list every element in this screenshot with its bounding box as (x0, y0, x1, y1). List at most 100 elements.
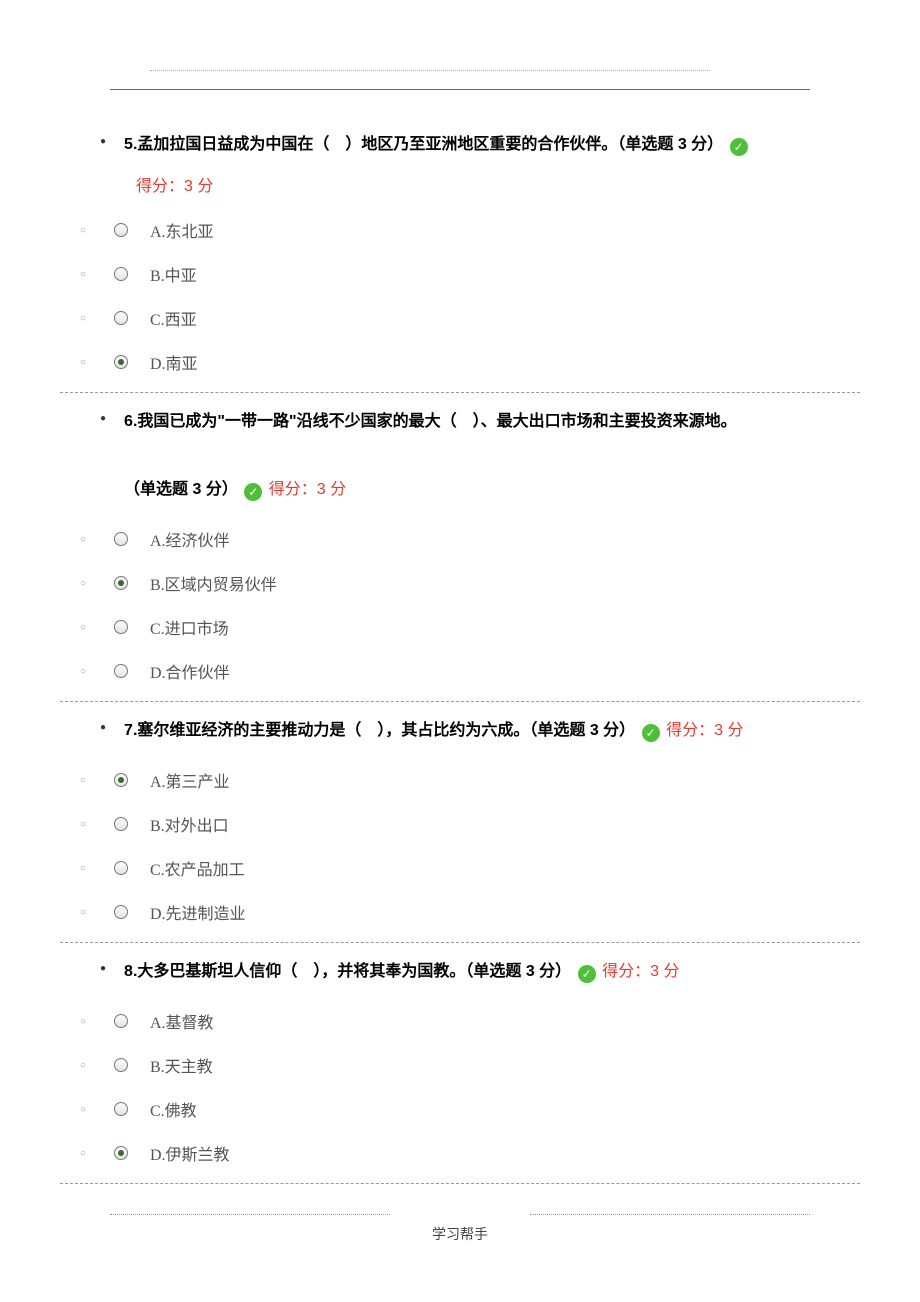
question-5-stem: 5.孟加拉国日益成为中国在（ ）地区乃至亚洲地区重要的合作伙伴。（单选题 3 分… (124, 136, 723, 153)
radio-button[interactable] (114, 1014, 128, 1028)
radio-wrap[interactable] (114, 620, 150, 634)
question-5-score-line: 得分：3 分 (60, 172, 860, 196)
option-label: D.先进制造业 (150, 900, 246, 924)
radio-wrap[interactable] (114, 355, 150, 369)
question-7-text: 7.塞尔维亚经济的主要推动力是（ ），其占比约为六成。（单选题 3 分） ✓ 得… (124, 714, 860, 748)
option-row[interactable]: ○ C.佛教 (60, 1087, 860, 1131)
hollow-bullet-icon: ○ (80, 313, 114, 324)
hollow-bullet-icon: ○ (80, 1060, 114, 1071)
radio-button[interactable] (114, 1146, 128, 1160)
radio-button[interactable] (114, 861, 128, 875)
radio-wrap[interactable] (114, 664, 150, 678)
option-row[interactable]: ○ D.伊斯兰教 (60, 1131, 860, 1175)
hollow-bullet-icon: ○ (80, 269, 114, 280)
bullet-icon: ● (100, 128, 106, 156)
question-6-stem-b: （单选题 3 分） (124, 481, 238, 498)
page-footer: 学习帮手 (60, 1224, 860, 1244)
radio-wrap[interactable] (114, 817, 150, 831)
radio-button[interactable] (114, 576, 128, 590)
option-row[interactable]: ○D.南亚 (60, 340, 860, 384)
option-label: D.合作伙伴 (150, 659, 230, 683)
option-row[interactable]: ○B.区域内贸易伙伴 (60, 561, 860, 605)
question-7: ● 7.塞尔维亚经济的主要推动力是（ ），其占比约为六成。（单选题 3 分） ✓… (60, 706, 860, 943)
question-6-text: 6.我国已成为"一带一路"沿线不少国家的最大（ ）、最大出口市场和主要投资来源地… (124, 405, 860, 507)
radio-wrap[interactable] (114, 1014, 150, 1028)
radio-wrap[interactable] (114, 311, 150, 325)
question-8: ● 8.大多巴基斯坦人信仰（ ），并将其奉为国教。（单选题 3 分） ✓ 得分：… (60, 947, 860, 1184)
hollow-bullet-icon: ○ (80, 1104, 114, 1115)
hollow-bullet-icon: ○ (80, 1148, 114, 1159)
question-8-stem: 8.大多巴基斯坦人信仰（ ），并将其奉为国教。（单选题 3 分） (124, 963, 571, 980)
hollow-bullet-icon: ○ (80, 225, 114, 236)
radio-wrap[interactable] (114, 1146, 150, 1160)
question-6-options: ○A.经济伙伴○B.区域内贸易伙伴○C.进口市场○D.合作伙伴 (60, 517, 860, 693)
option-label: D.伊斯兰教 (150, 1141, 230, 1165)
option-label: A.经济伙伴 (150, 527, 230, 551)
radio-button[interactable] (114, 773, 128, 787)
radio-wrap[interactable] (114, 905, 150, 919)
radio-button[interactable] (114, 1102, 128, 1116)
option-label: B.对外出口 (150, 812, 229, 836)
radio-wrap[interactable] (114, 267, 150, 281)
radio-button[interactable] (114, 311, 128, 325)
option-row[interactable]: ○ B.中亚 (60, 252, 860, 296)
radio-wrap[interactable] (114, 773, 150, 787)
check-icon: ✓ (642, 724, 660, 742)
hollow-bullet-icon: ○ (80, 1016, 114, 1027)
question-5-score: 得分：3 分 (136, 178, 213, 195)
radio-wrap[interactable] (114, 576, 150, 590)
option-label: C.进口市场 (150, 615, 229, 639)
option-row[interactable]: ○C.进口市场 (60, 605, 860, 649)
hollow-bullet-icon: ○ (80, 907, 114, 918)
option-row[interactable]: ○ A.基督教 (60, 999, 860, 1043)
question-6: ● 6.我国已成为"一带一路"沿线不少国家的最大（ ）、最大出口市场和主要投资来… (60, 397, 860, 702)
bullet-icon: ● (100, 955, 106, 983)
radio-button[interactable] (114, 1058, 128, 1072)
option-label: A.东北亚 (150, 218, 214, 242)
question-6-score: 得分：3 分 (269, 481, 346, 498)
radio-button[interactable] (114, 355, 128, 369)
option-row[interactable]: ○ C.西亚 (60, 296, 860, 340)
option-label: C.佛教 (150, 1097, 197, 1121)
option-row[interactable]: ○ D.先进制造业 (60, 890, 860, 934)
page-container: ● 5.孟加拉国日益成为中国在（ ）地区乃至亚洲地区重要的合作伙伴。（单选题 3… (0, 0, 920, 1284)
question-7-header: ● 7.塞尔维亚经济的主要推动力是（ ），其占比约为六成。（单选题 3 分） ✓… (60, 714, 860, 748)
option-row[interactable]: ○ A.东北亚 (60, 208, 860, 252)
option-row[interactable]: ○C.农产品加工 (60, 846, 860, 890)
radio-button[interactable] (114, 532, 128, 546)
question-8-score: 得分：3 分 (602, 963, 679, 980)
check-icon: ✓ (578, 965, 596, 983)
option-row[interactable]: ○ B.对外出口 (60, 802, 860, 846)
option-label: A.第三产业 (150, 768, 230, 792)
option-row[interactable]: ○ A.第三产业 (60, 758, 860, 802)
question-5-options: ○ A.东北亚 ○ B.中亚 ○ C.西亚 ○D.南亚 (60, 208, 860, 384)
hollow-bullet-icon: ○ (80, 775, 114, 786)
option-row[interactable]: ○ B.天主教 (60, 1043, 860, 1087)
radio-button[interactable] (114, 267, 128, 281)
hollow-bullet-icon: ○ (80, 534, 114, 545)
option-row[interactable]: ○D.合作伙伴 (60, 649, 860, 693)
radio-button[interactable] (114, 905, 128, 919)
hollow-bullet-icon: ○ (80, 578, 114, 589)
option-row[interactable]: ○ A.经济伙伴 (60, 517, 860, 561)
radio-wrap[interactable] (114, 223, 150, 237)
radio-button[interactable] (114, 664, 128, 678)
hollow-bullet-icon: ○ (80, 819, 114, 830)
radio-wrap[interactable] (114, 1058, 150, 1072)
option-label: C.西亚 (150, 306, 197, 330)
question-7-stem: 7.塞尔维亚经济的主要推动力是（ ），其占比约为六成。（单选题 3 分） (124, 722, 635, 739)
question-5-header: ● 5.孟加拉国日益成为中国在（ ）地区乃至亚洲地区重要的合作伙伴。（单选题 3… (60, 128, 860, 162)
option-label: A.基督教 (150, 1009, 214, 1033)
hollow-bullet-icon: ○ (80, 863, 114, 874)
question-7-score: 得分：3 分 (666, 722, 743, 739)
radio-button[interactable] (114, 817, 128, 831)
option-label: B.天主教 (150, 1053, 213, 1077)
radio-wrap[interactable] (114, 861, 150, 875)
option-label: B.中亚 (150, 262, 197, 286)
radio-button[interactable] (114, 223, 128, 237)
radio-wrap[interactable] (114, 532, 150, 546)
question-8-header: ● 8.大多巴基斯坦人信仰（ ），并将其奉为国教。（单选题 3 分） ✓ 得分：… (60, 955, 860, 989)
radio-wrap[interactable] (114, 1102, 150, 1116)
radio-button[interactable] (114, 620, 128, 634)
option-label: D.南亚 (150, 350, 198, 374)
